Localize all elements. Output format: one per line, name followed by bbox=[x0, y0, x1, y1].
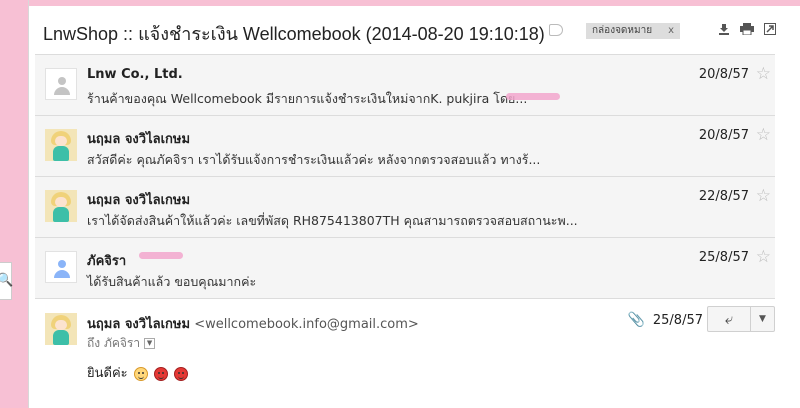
remove-label-icon[interactable]: x bbox=[668, 23, 674, 39]
print-icon[interactable] bbox=[740, 23, 754, 37]
more-options-button[interactable]: ▼ bbox=[751, 306, 775, 332]
message-snippet: ได้รับสินค้าแล้ว ขอบคุณมากค่ะ bbox=[87, 274, 257, 289]
message-sender: นฤมล จงวิไลเกษม bbox=[87, 193, 191, 208]
message-snippet: ร้านค้าของคุณ Wellcomebook มีรายการแจ้งช… bbox=[87, 91, 528, 106]
message-row[interactable]: นฤมล จงวิไลเกษม เราได้จัดส่งสินค้าให้แล้… bbox=[35, 176, 775, 237]
conversation-thread: Lnw Co., Ltd. ร้านค้าของคุณ Wellcomebook… bbox=[35, 54, 775, 405]
recipient-line: ถึง ภัคจิรา ▼ bbox=[87, 334, 156, 353]
default-avatar-icon bbox=[45, 68, 77, 100]
star-icon[interactable]: ☆ bbox=[756, 64, 771, 84]
star-icon[interactable]: ☆ bbox=[756, 125, 771, 145]
message-date: 20/8/57 bbox=[698, 128, 749, 143]
redaction-mark bbox=[506, 93, 560, 100]
message-snippet: เราได้จัดส่งสินค้าให้แล้วค่ะ เลขที่พัสดุ… bbox=[87, 213, 578, 228]
email-subject: LnwShop :: แจ้งชำระเงิน Wellcomebook (20… bbox=[43, 24, 545, 44]
expanded-sender-name[interactable]: นฤมล จงวิไลเกษม bbox=[87, 317, 190, 332]
message-date: 20/8/57 bbox=[698, 67, 749, 82]
star-icon[interactable]: ☆ bbox=[756, 247, 771, 267]
attachment-icon: 📎 bbox=[627, 312, 645, 328]
inbox-label-text: กล่องจดหมาย bbox=[592, 25, 653, 36]
character-avatar-icon bbox=[45, 190, 77, 222]
love-emoji-icon bbox=[153, 366, 168, 381]
left-panel-strip bbox=[0, 0, 12, 408]
search-icon: 🔍 bbox=[0, 273, 14, 288]
contact-avatar-icon bbox=[45, 251, 77, 283]
smile-emoji-icon bbox=[133, 366, 148, 381]
important-marker-icon[interactable] bbox=[549, 24, 563, 36]
message-row[interactable]: นฤมล จงวิไลเกษม สวัสดีค่ะ คุณภัคจิรา เรา… bbox=[35, 115, 775, 176]
star-icon[interactable]: ☆ bbox=[756, 186, 771, 206]
new-window-icon[interactable] bbox=[763, 23, 777, 37]
message-row[interactable]: ภัคจิรา ได้รับสินค้าแล้ว ขอบคุณมากค่ะ 25… bbox=[35, 237, 775, 298]
mail-view: LnwShop :: แจ้งชำระเงิน Wellcomebook (20… bbox=[28, 0, 800, 408]
download-icon[interactable] bbox=[717, 23, 731, 37]
message-row[interactable]: Lnw Co., Ltd. ร้านค้าของคุณ Wellcomebook… bbox=[35, 54, 775, 115]
expanded-sender-line: นฤมล จงวิไลเกษม <wellcomebook.info@gmail… bbox=[87, 313, 419, 334]
redaction-mark bbox=[139, 252, 183, 259]
message-date: 22/8/57 bbox=[698, 189, 749, 204]
message-body-text: ยินดีค่ะ bbox=[87, 366, 128, 381]
expanded-sender-email: <wellcomebook.info@gmail.com> bbox=[194, 317, 419, 332]
character-avatar-icon bbox=[45, 129, 77, 161]
expanded-date: 25/8/57 bbox=[652, 313, 703, 328]
message-sender: ภัคจิรา bbox=[87, 254, 127, 269]
message-sender: นฤมล จงวิไลเกษม bbox=[87, 132, 191, 147]
message-snippet: สวัสดีค่ะ คุณภัคจิรา เราได้รับแจ้งการชำร… bbox=[87, 152, 541, 167]
love-emoji-icon bbox=[174, 366, 189, 381]
subject-bar: LnwShop :: แจ้งชำระเงิน Wellcomebook (20… bbox=[29, 6, 800, 54]
message-date: 25/8/57 bbox=[698, 250, 749, 265]
left-search-box[interactable]: 🔍 bbox=[0, 262, 14, 300]
inbox-label-chip[interactable]: กล่องจดหมาย x bbox=[586, 23, 680, 39]
reply-button[interactable]: ⤶ bbox=[707, 306, 751, 332]
show-details-icon[interactable]: ▼ bbox=[144, 338, 156, 349]
message-body: ยินดีค่ะ bbox=[87, 362, 189, 383]
message-sender: Lnw Co., Ltd. bbox=[87, 67, 183, 82]
character-avatar-icon bbox=[45, 313, 77, 345]
recipient-text: ถึง ภัคจิรา bbox=[87, 336, 141, 350]
expanded-message: นฤมล จงวิไลเกษม <wellcomebook.info@gmail… bbox=[35, 298, 775, 405]
